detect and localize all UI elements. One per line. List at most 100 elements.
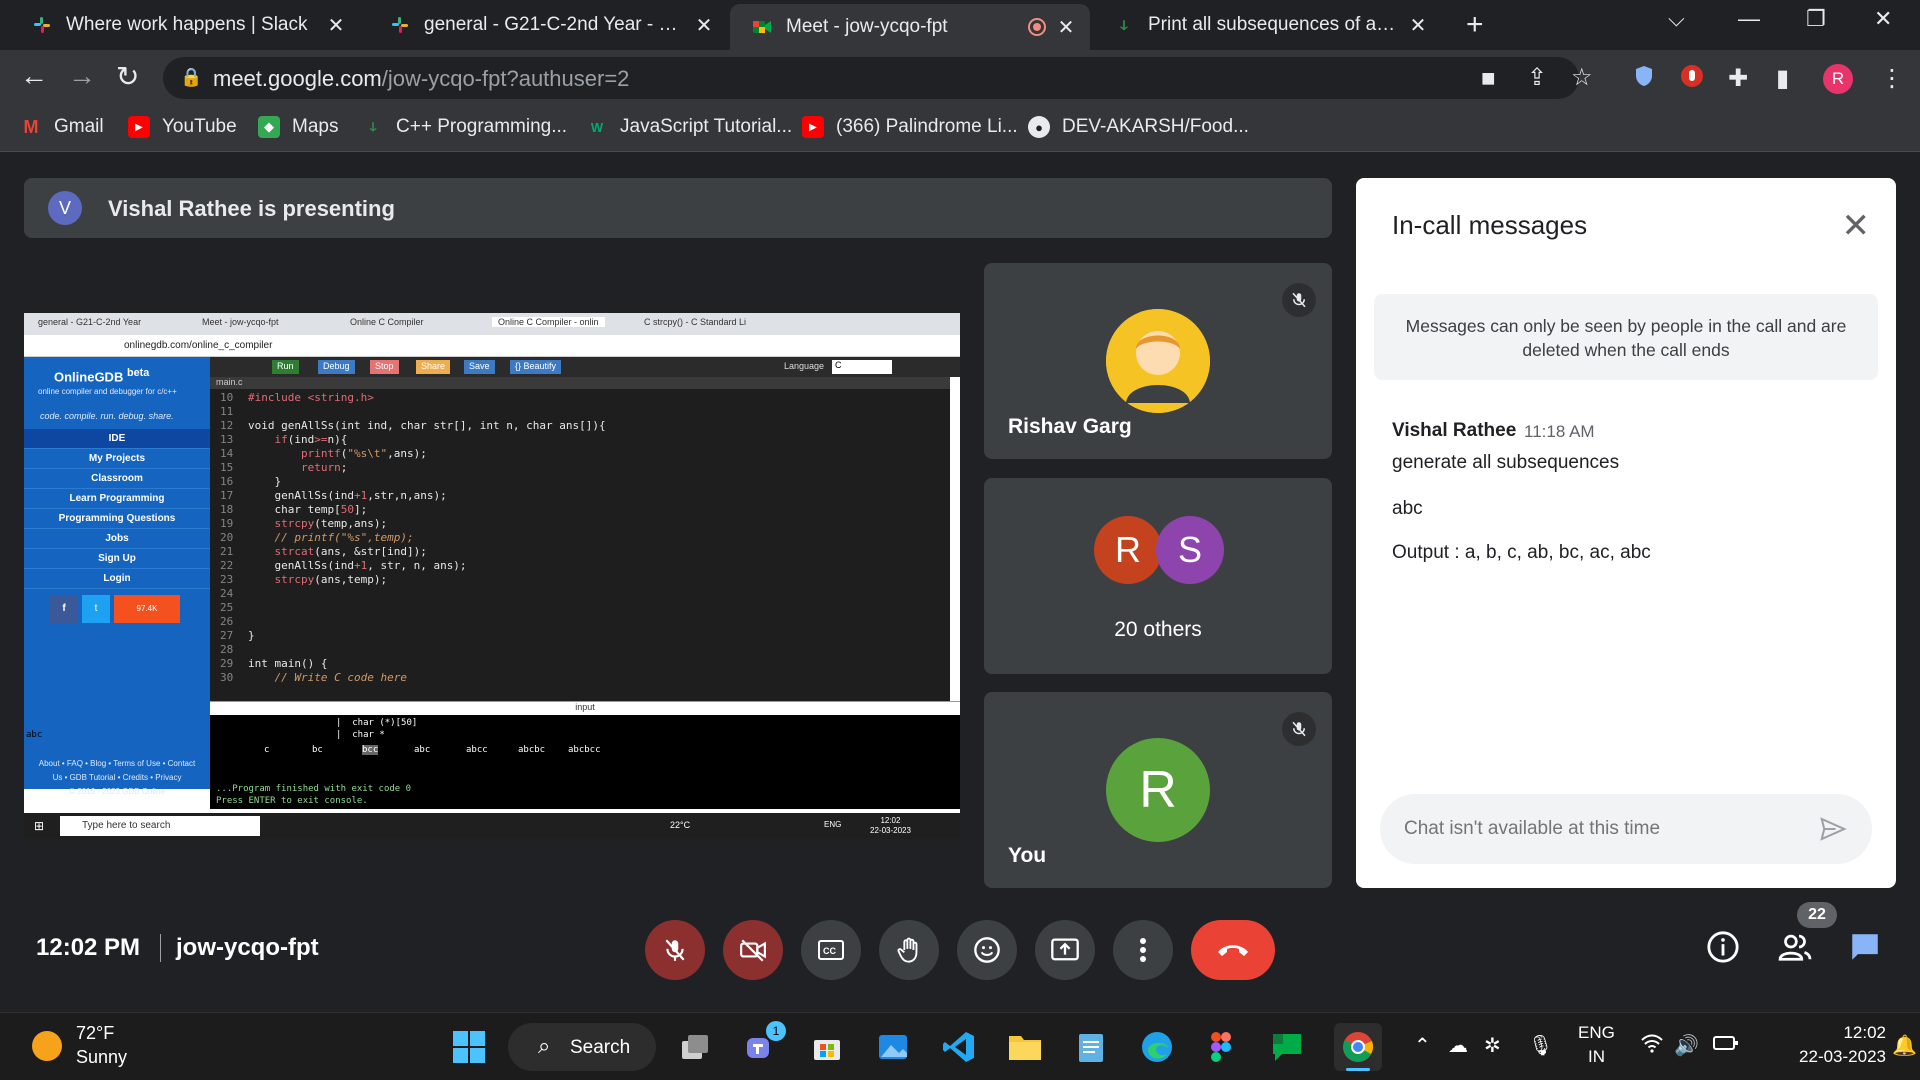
close-tab-icon[interactable]: ✕ bbox=[692, 13, 716, 38]
reactions-button[interactable] bbox=[957, 920, 1017, 980]
restore-button[interactable]: ❐ bbox=[1806, 6, 1826, 32]
self-tile[interactable]: R You bbox=[984, 692, 1332, 888]
microsoft-store-icon[interactable] bbox=[807, 1027, 847, 1067]
menu-kebab-icon[interactable]: ⋮ bbox=[1880, 64, 1904, 93]
share-icon[interactable]: ⇪ bbox=[1527, 63, 1547, 92]
recording-icon bbox=[1028, 18, 1046, 36]
mic-toggle-button[interactable] bbox=[645, 920, 705, 980]
windows-start-icon[interactable] bbox=[449, 1027, 489, 1067]
chat-input-box[interactable] bbox=[1380, 794, 1872, 864]
people-icon bbox=[1778, 934, 1812, 961]
clock-time[interactable]: 12:02 bbox=[1786, 1023, 1886, 1043]
clock-date[interactable]: 22-03-2023 bbox=[1752, 1047, 1886, 1067]
tab-search-chevron-icon[interactable]: ⌵ bbox=[1668, 6, 1685, 32]
extensions-puzzle-icon[interactable]: ✚ bbox=[1728, 64, 1748, 93]
chat-button[interactable] bbox=[1848, 930, 1882, 969]
bluetooth-icon[interactable]: ✲ bbox=[1484, 1033, 1501, 1058]
bookmark-palindrome[interactable]: ▶ (366) Palindrome Li... bbox=[802, 116, 1018, 138]
new-tab-button[interactable]: + bbox=[1466, 8, 1484, 42]
more-options-button[interactable] bbox=[1113, 920, 1173, 980]
bookmark-cpp[interactable]: ↆ C++ Programming... bbox=[362, 116, 568, 138]
tab-gfg[interactable]: ↆ Print all subsequences of a string ✕ bbox=[1092, 6, 1442, 44]
chrome-icon[interactable] bbox=[1334, 1023, 1382, 1071]
leave-call-button[interactable] bbox=[1191, 920, 1275, 980]
output-item: abcbc bbox=[518, 745, 546, 755]
meeting-time: 12:02 PM bbox=[36, 934, 141, 961]
weather-temperature[interactable]: 72°F bbox=[76, 1023, 114, 1044]
share-footer: About • FAQ • Blog • Terms of Use • Cont… bbox=[24, 757, 210, 799]
microphone-icon[interactable]: 🎙 bbox=[1528, 1033, 1553, 1058]
file-explorer-icon[interactable] bbox=[1005, 1027, 1045, 1067]
bookmark-youtube[interactable]: ▶ YouTube bbox=[128, 116, 237, 138]
reload-icon[interactable]: ↻ bbox=[116, 60, 139, 93]
figma-icon[interactable] bbox=[1201, 1027, 1241, 1067]
meeting-details-button[interactable] bbox=[1706, 930, 1740, 969]
extension-shield-icon[interactable] bbox=[1632, 64, 1656, 95]
volume-icon[interactable]: 🔊 bbox=[1674, 1033, 1699, 1058]
present-button[interactable] bbox=[1035, 920, 1095, 980]
send-icon[interactable] bbox=[1818, 814, 1848, 849]
tab-meet[interactable]: Meet - jow-ycqo-fpt ✕ bbox=[730, 4, 1090, 50]
extension-hand-icon[interactable] bbox=[1680, 64, 1704, 95]
tab-slack[interactable]: Where work happens | Slack ✕ bbox=[10, 6, 360, 44]
taskbar-search[interactable]: ⌕ Search bbox=[508, 1023, 656, 1071]
address-bar[interactable]: 🔒 meet.google.com/jow-ycqo-fpt?authuser=… bbox=[163, 57, 1593, 99]
teams-chat-icon[interactable]: 1 bbox=[740, 1021, 786, 1067]
captions-button[interactable]: CC bbox=[801, 920, 861, 980]
side-panel-icon[interactable]: ▮ bbox=[1776, 64, 1789, 93]
tab-slack-general[interactable]: general - G21-C-2nd Year - 7 new ✕ bbox=[368, 6, 728, 44]
close-tab-icon[interactable]: ✕ bbox=[1054, 15, 1078, 40]
avatar bbox=[1106, 309, 1210, 413]
photos-icon[interactable] bbox=[873, 1027, 913, 1067]
back-arrow-icon[interactable]: ← bbox=[20, 60, 48, 92]
notepad-icon[interactable] bbox=[1071, 1027, 1111, 1067]
bookmark-maps[interactable]: ◆ Maps bbox=[258, 116, 338, 138]
language-select: C bbox=[832, 360, 892, 374]
close-icon[interactable]: ✕ bbox=[1842, 206, 1871, 246]
camera-indicator-icon[interactable]: ■ bbox=[1481, 65, 1496, 93]
camera-toggle-button[interactable] bbox=[723, 920, 783, 980]
people-button[interactable] bbox=[1776, 930, 1814, 969]
output-item: abcc bbox=[466, 745, 488, 755]
url-text[interactable]: meet.google.com/jow-ycqo-fpt?authuser=2 bbox=[213, 66, 629, 92]
close-window-button[interactable]: ✕ bbox=[1874, 6, 1892, 32]
close-tab-icon[interactable]: ✕ bbox=[1406, 13, 1430, 38]
language-label: Language bbox=[784, 361, 825, 371]
input-language[interactable]: ENG bbox=[1578, 1023, 1615, 1043]
output-item: bc bbox=[312, 745, 323, 755]
chat-input[interactable] bbox=[1404, 818, 1804, 840]
edge-icon[interactable] bbox=[1137, 1027, 1177, 1067]
participant-tile[interactable]: Rishav Garg bbox=[984, 263, 1332, 459]
others-tile[interactable]: R S 20 others bbox=[984, 478, 1332, 674]
vscode-icon[interactable] bbox=[939, 1027, 979, 1067]
minimize-button[interactable]: — bbox=[1738, 6, 1760, 32]
notifications-icon[interactable]: 🔔 bbox=[1892, 1033, 1917, 1058]
onedrive-icon[interactable]: ☁ bbox=[1448, 1033, 1468, 1058]
tab-title: Print all subsequences of a string bbox=[1148, 14, 1398, 35]
search-label: Search bbox=[570, 1037, 631, 1058]
google-chat-icon[interactable] bbox=[1267, 1027, 1307, 1067]
bookmark-gmail[interactable]: M Gmail bbox=[20, 116, 104, 138]
bookmark-github[interactable]: ● DEV-AKARSH/Food... bbox=[1028, 116, 1249, 138]
battery-icon[interactable] bbox=[1712, 1033, 1740, 1059]
weather-description[interactable]: Sunny bbox=[76, 1047, 127, 1068]
footer-line: About • FAQ • Blog • Terms of Use • Cont… bbox=[38, 759, 196, 768]
forward-arrow-icon[interactable]: → bbox=[68, 60, 96, 92]
task-view-icon[interactable] bbox=[675, 1027, 715, 1067]
bookmark-label: YouTube bbox=[162, 116, 237, 137]
bookmark-javascript[interactable]: W JavaScript Tutorial... bbox=[586, 116, 792, 138]
emoji-icon bbox=[974, 937, 1000, 963]
sun-icon[interactable] bbox=[32, 1031, 62, 1061]
more-vert-icon bbox=[1140, 938, 1146, 962]
wifi-icon[interactable] bbox=[1640, 1033, 1664, 1059]
tray-overflow-chevron-icon[interactable]: ⌃ bbox=[1414, 1033, 1431, 1058]
share-menu-item: Sign Up bbox=[24, 549, 210, 569]
close-tab-icon[interactable]: ✕ bbox=[324, 13, 348, 38]
raise-hand-button[interactable] bbox=[879, 920, 939, 980]
onlinegdb-tagline: code. compile. run. debug. share. bbox=[40, 411, 174, 421]
input-region[interactable]: IN bbox=[1588, 1047, 1605, 1067]
profile-avatar[interactable]: R bbox=[1823, 64, 1853, 94]
bookmark-star-icon[interactable]: ☆ bbox=[1571, 63, 1593, 92]
onlinegdb-sidebar: OnlineGDB beta online compiler and debug… bbox=[24, 357, 210, 796]
message-time: 11:18 AM bbox=[1524, 422, 1595, 441]
